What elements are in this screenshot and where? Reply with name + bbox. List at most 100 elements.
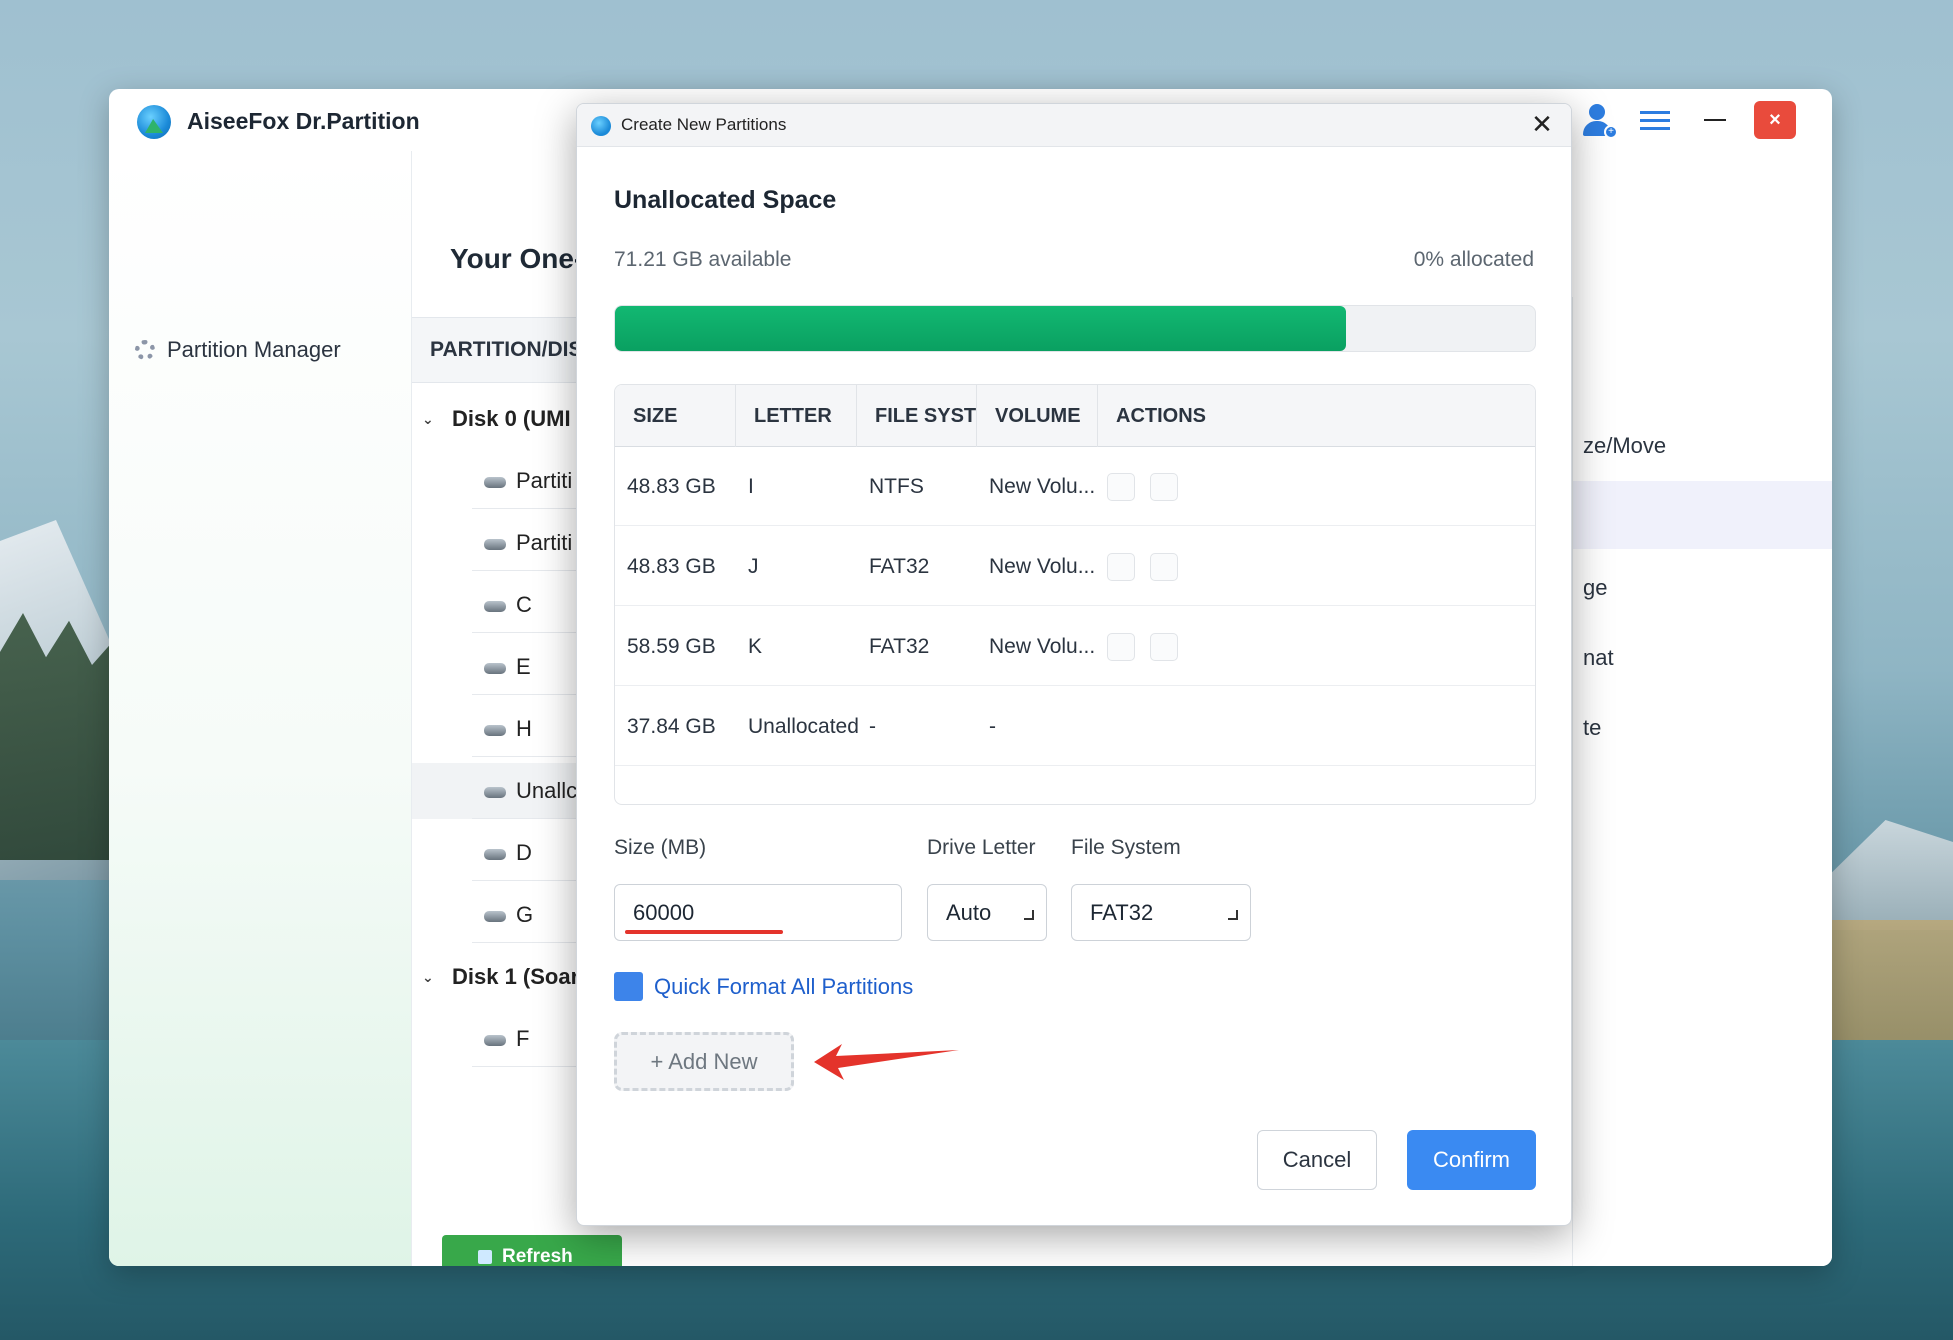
cell-size: 58.59 GB xyxy=(627,634,716,658)
table-row: 48.83 GB I NTFS New Volu... xyxy=(615,447,1535,526)
allocated-percent: 0% allocated xyxy=(1413,248,1534,271)
dialog-titlebar: Create New Partitions ✕ xyxy=(577,104,1571,147)
drive-icon xyxy=(484,725,506,736)
drive-letter-value: Auto xyxy=(946,899,992,925)
chevron-down-icon[interactable]: ⌄ xyxy=(422,411,434,428)
table-header: SIZE LETTER FILE SYSTEM VOLUME ACTIONS xyxy=(615,385,1535,447)
edit-action-icon[interactable] xyxy=(1107,553,1135,581)
cell-letter: I xyxy=(748,474,754,498)
cell-fs: FAT32 xyxy=(869,554,930,578)
edit-action-icon[interactable] xyxy=(1107,473,1135,501)
tree-item-label: Partiti xyxy=(516,468,573,493)
drive-letter-label: Drive Letter xyxy=(927,836,1036,859)
drive-icon xyxy=(484,1035,506,1046)
add-new-button[interactable]: + Add New xyxy=(614,1032,794,1091)
tree-item-label: G xyxy=(516,902,534,927)
dialog-logo-icon xyxy=(591,116,611,136)
mountain-right xyxy=(1818,820,1953,930)
tree-item-label: Disk 1 (Soar xyxy=(452,964,580,989)
cell-letter: J xyxy=(748,554,759,578)
refresh-icon xyxy=(478,1250,492,1264)
column-header-volume: VOLUME xyxy=(977,385,1098,447)
resize-corner-icon xyxy=(1024,910,1034,920)
sidebar-item-label: Partition Manager xyxy=(167,337,341,362)
cell-size: 48.83 GB xyxy=(627,554,716,578)
table-row: 37.84 GB Unallocated - - xyxy=(615,687,1535,766)
delete-action-icon[interactable] xyxy=(1150,633,1178,661)
table-row: 48.83 GB J FAT32 New Volu... xyxy=(615,527,1535,606)
tree-item-label: H xyxy=(516,716,532,741)
operations-panel: ze/Move ge nat te xyxy=(1572,297,1832,1266)
file-system-label: File System xyxy=(1071,836,1181,859)
create-partitions-dialog: Create New Partitions ✕ Unallocated Spac… xyxy=(576,103,1572,1226)
drive-icon xyxy=(484,477,506,488)
app-title: AiseeFox Dr.Partition xyxy=(187,108,420,134)
operation-resize-move[interactable]: ze/Move xyxy=(1583,433,1666,459)
delete-action-icon[interactable] xyxy=(1150,553,1178,581)
dialog-heading: Unallocated Space xyxy=(614,186,837,214)
operation-format[interactable]: nat xyxy=(1583,645,1614,671)
column-header-size: SIZE xyxy=(615,385,736,447)
partition-table: SIZE LETTER FILE SYSTEM VOLUME ACTIONS 4… xyxy=(614,384,1536,805)
edit-action-icon[interactable] xyxy=(1107,633,1135,661)
drive-icon xyxy=(484,601,506,612)
tree-item-label: Disk 0 (UMI xyxy=(452,406,571,431)
tree-item-label: E xyxy=(516,654,531,679)
operation-delete[interactable]: te xyxy=(1583,715,1601,741)
file-system-value: FAT32 xyxy=(1090,899,1154,925)
page-title: Your One- xyxy=(450,243,584,274)
column-header-file-system: FILE SYSTEM xyxy=(857,385,977,447)
tree-item-label: Partiti xyxy=(516,530,573,555)
column-header-letter: LETTER xyxy=(736,385,857,447)
cell-size: 37.84 GB xyxy=(627,714,716,738)
dialog-close-icon[interactable]: ✕ xyxy=(1527,110,1557,140)
quick-format-checkbox[interactable]: Quick Format All Partitions xyxy=(614,972,913,1001)
allocation-progress-bar xyxy=(614,305,1536,352)
cell-volume: New Volu... xyxy=(989,554,1096,578)
refresh-label: Refresh xyxy=(502,1246,573,1266)
size-input[interactable]: 60000 xyxy=(614,884,902,941)
cell-volume: New Volu... xyxy=(989,634,1096,658)
cell-size: 48.83 GB xyxy=(627,474,716,498)
column-header-actions: ACTIONS xyxy=(1116,404,1206,427)
app-logo-icon xyxy=(137,105,171,139)
size-input-value: 60000 xyxy=(633,899,695,925)
column-header-label: PARTITION/DIS xyxy=(430,338,583,361)
cancel-button[interactable]: Cancel xyxy=(1257,1130,1377,1190)
delete-action-icon[interactable] xyxy=(1150,473,1178,501)
tree-item-label: Unallc xyxy=(516,778,578,803)
cell-fs: NTFS xyxy=(869,474,924,498)
checkbox-icon[interactable] xyxy=(614,972,643,1001)
drive-icon xyxy=(484,663,506,674)
resize-corner-icon xyxy=(1228,910,1238,920)
cell-volume: New Volu... xyxy=(989,474,1096,498)
tree-item-label: D xyxy=(516,840,532,865)
available-space: 71.21 GB available xyxy=(614,248,792,271)
dialog-title: Create New Partitions xyxy=(621,115,787,134)
tree-item-label: F xyxy=(516,1026,530,1051)
sidebar: Partition Manager xyxy=(109,151,411,1266)
gear-icon xyxy=(135,340,155,360)
cell-volume: - xyxy=(989,714,996,738)
cell-letter: K xyxy=(748,634,763,658)
drive-icon xyxy=(484,787,506,798)
drive-icon xyxy=(484,911,506,922)
cell-letter: Unallocated xyxy=(748,714,859,738)
quick-format-label: Quick Format All Partitions xyxy=(654,973,914,999)
drive-letter-select[interactable]: Auto xyxy=(927,884,1047,941)
operation-merge[interactable]: ge xyxy=(1583,575,1607,601)
file-system-select[interactable]: FAT32 xyxy=(1071,884,1251,941)
cell-fs: FAT32 xyxy=(869,634,930,658)
chevron-down-icon[interactable]: ⌄ xyxy=(422,969,434,986)
tree-item-label: C xyxy=(516,592,532,617)
size-label: Size (MB) xyxy=(614,836,707,859)
menu-icon[interactable] xyxy=(1634,101,1676,139)
confirm-button[interactable]: Confirm xyxy=(1407,1130,1536,1190)
refresh-button[interactable]: Refresh xyxy=(442,1235,622,1266)
cell-fs: - xyxy=(869,714,876,738)
sidebar-item-partition-manager[interactable]: Partition Manager xyxy=(135,337,341,363)
minimize-button[interactable] xyxy=(1694,101,1736,139)
add-user-icon[interactable]: + xyxy=(1580,102,1618,139)
close-button[interactable]: × xyxy=(1754,101,1796,139)
drive-icon xyxy=(484,539,506,550)
